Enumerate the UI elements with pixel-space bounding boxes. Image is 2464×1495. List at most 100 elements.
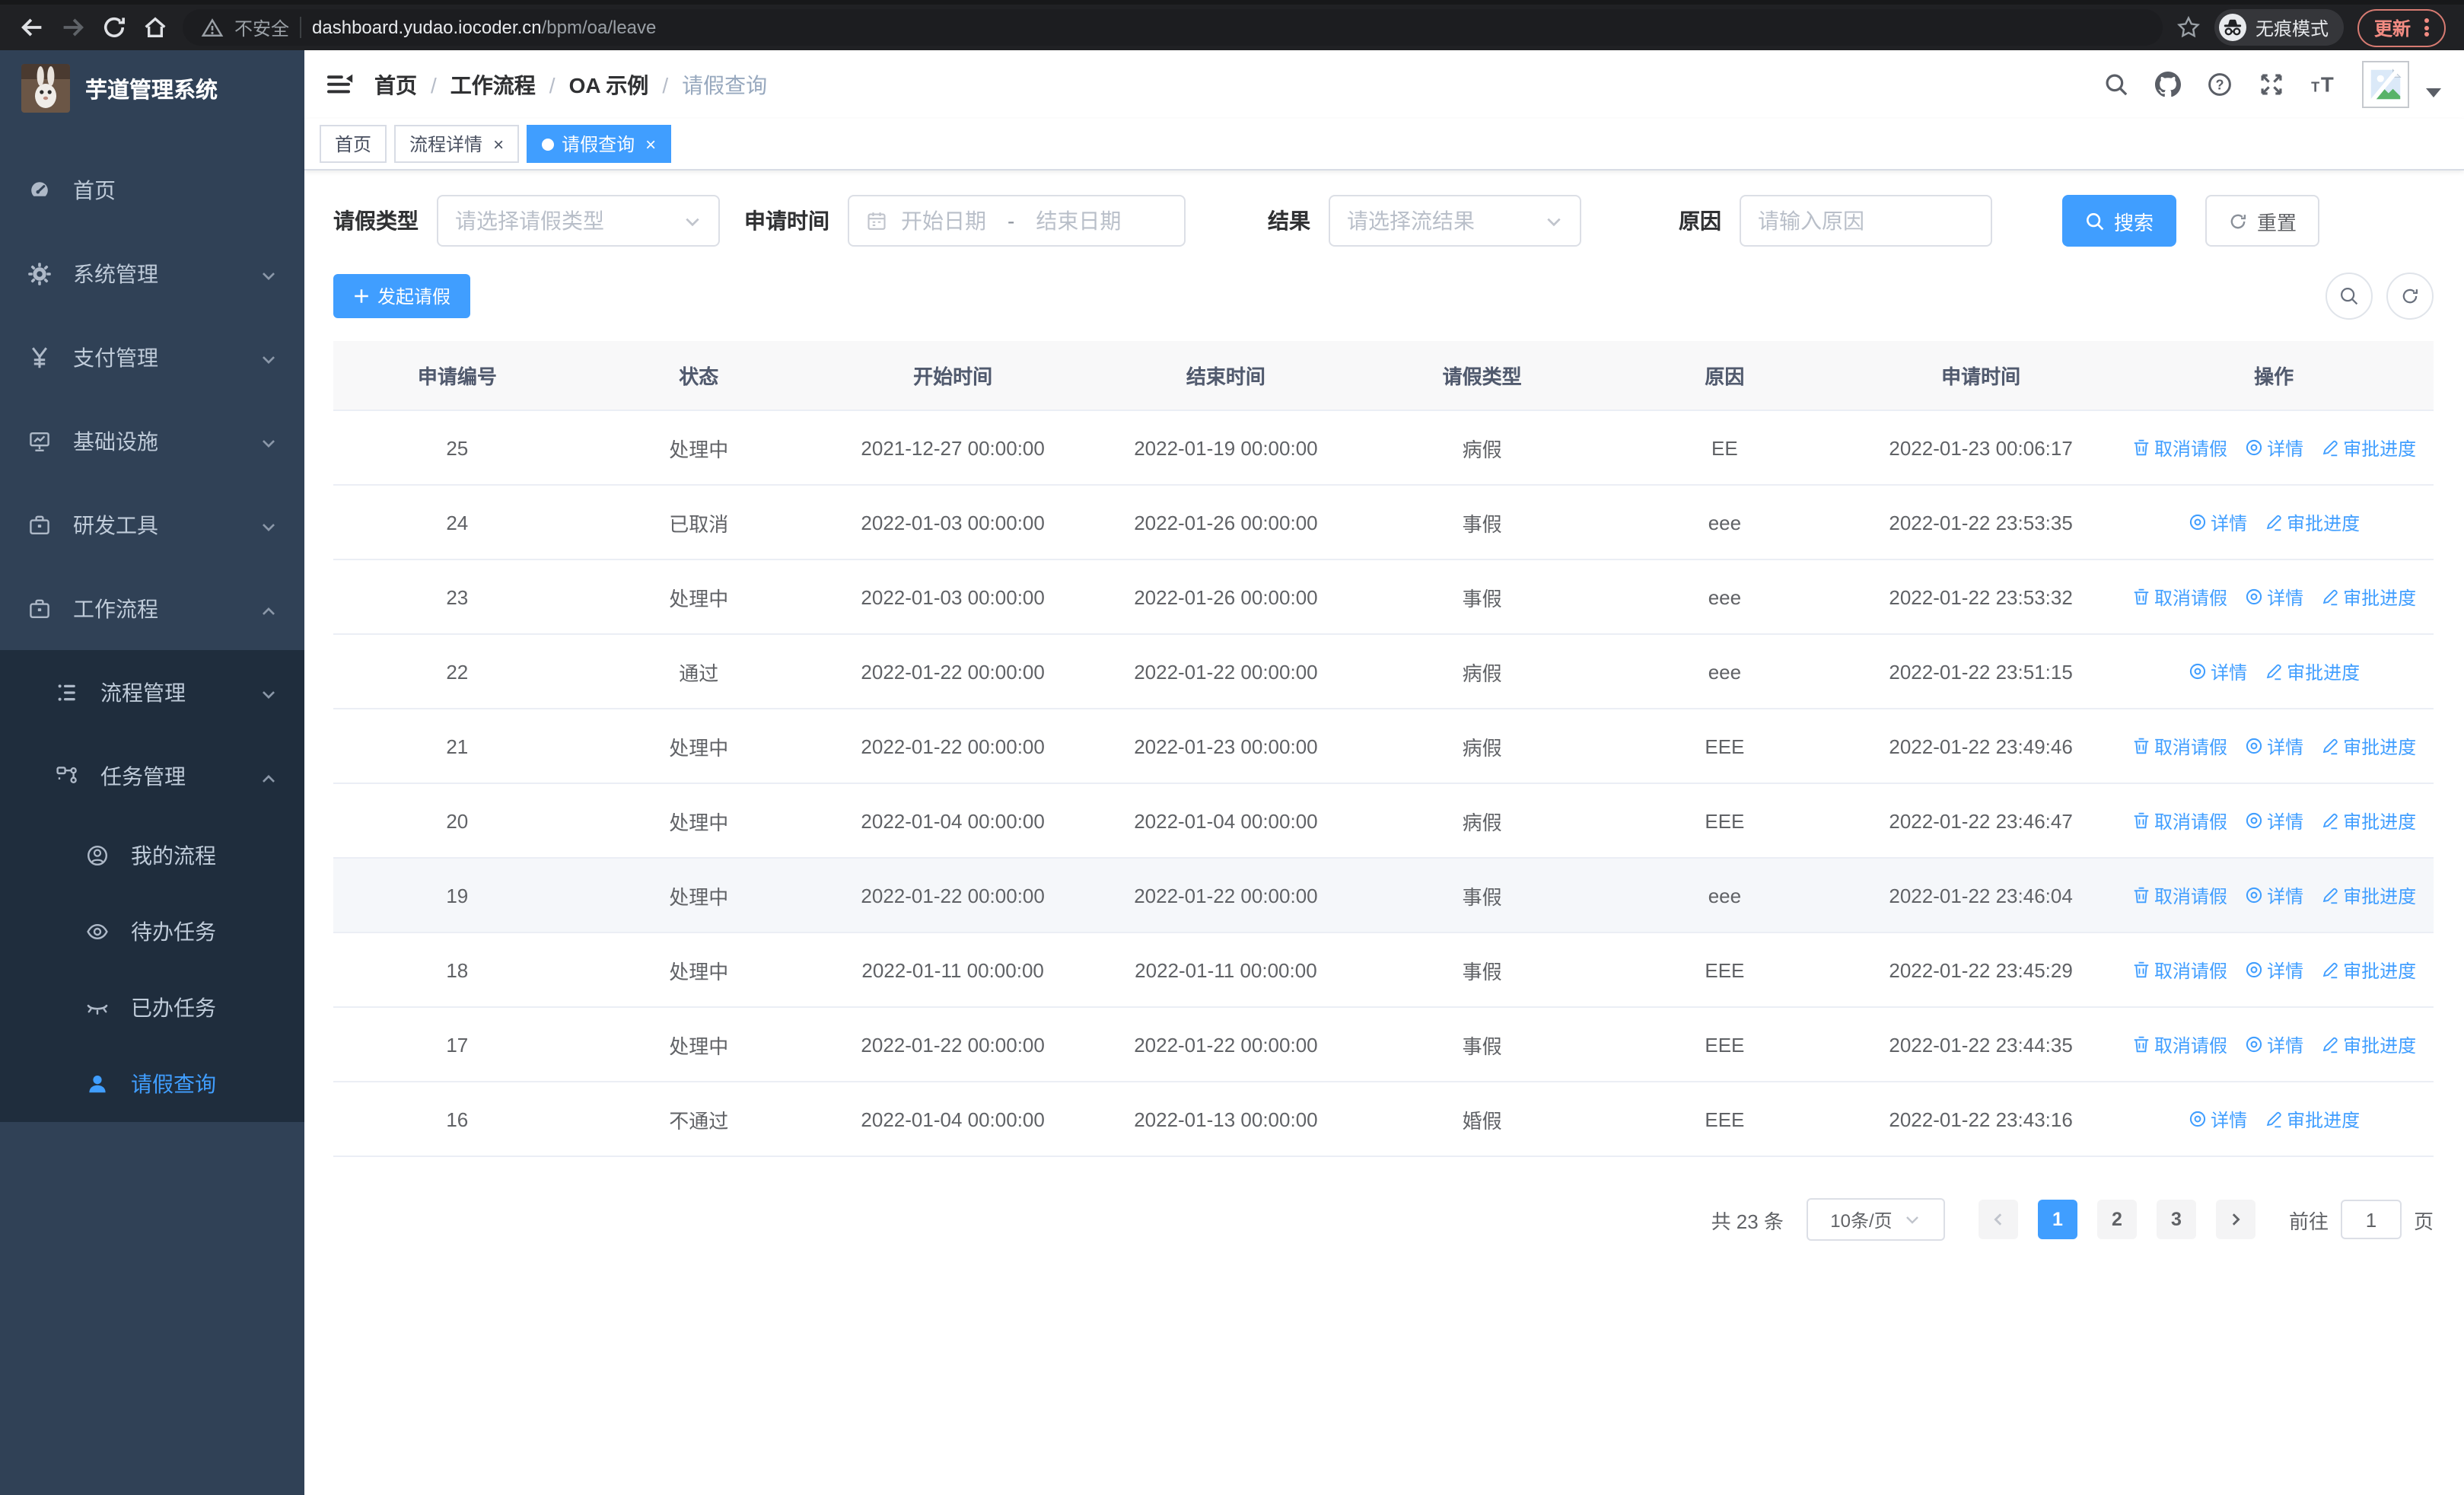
refresh-table-button[interactable] [2386,273,2434,320]
action-cancel[interactable]: 取消请假 [2131,733,2227,759]
action-progress[interactable]: 审批进度 [2320,808,2416,834]
browser-update-button[interactable]: 更新 [2357,8,2446,46]
help-icon[interactable]: ? [2207,72,2233,97]
column-header: 状态 [679,365,719,388]
action-detail[interactable]: 详情 [2188,509,2247,535]
action-cancel[interactable]: 取消请假 [2131,1031,2227,1057]
sidebar-item-my-processes[interactable]: 我的流程 [0,818,304,894]
action-progress[interactable]: 审批进度 [2320,584,2416,610]
action-detail[interactable]: 详情 [2244,584,2303,610]
sidebar-item-todo-tasks[interactable]: 待办任务 [0,894,304,970]
tab-process-detail[interactable]: 流程详情 × [394,125,520,163]
action-detail[interactable]: 详情 [2244,957,2303,983]
breadcrumb: 首页 / 工作流程 / OA 示例 / 请假查询 [374,69,767,100]
action-progress[interactable]: 审批进度 [2264,509,2360,535]
action-progress[interactable]: 审批进度 [2320,435,2416,461]
cell-end-time: 2022-01-26 00:00:00 [1134,585,1318,608]
sidebar-item-home[interactable]: 首页 [0,148,304,231]
fullscreen-icon[interactable] [2259,72,2284,97]
not-secure-warning-icon [201,18,224,36]
breadcrumb-item[interactable]: 首页 [374,69,417,100]
close-icon[interactable]: × [493,135,504,153]
prev-page-button[interactable] [1978,1200,2018,1239]
search-icon[interactable] [2103,72,2129,97]
result-select[interactable]: 请选择流结果 [1329,195,1581,247]
cell-end-time: 2022-01-13 00:00:00 [1134,1108,1318,1130]
action-cancel[interactable]: 取消请假 [2131,584,2227,610]
delete-icon [2133,738,2148,754]
browser-menu-icon[interactable] [2424,16,2429,39]
app-logo[interactable]: 芋道管理系统 [0,50,304,126]
goto-page-input[interactable] [2340,1200,2402,1239]
edit-icon [2322,440,2337,457]
cell-apply-id: 17 [446,1033,469,1056]
tab-label: 流程详情 [409,134,483,155]
browser-back-icon[interactable] [18,14,46,41]
page-button-1[interactable]: 1 [2037,1200,2077,1239]
action-progress[interactable]: 审批进度 [2264,658,2360,684]
action-detail[interactable]: 详情 [2188,1106,2247,1132]
font-size-icon[interactable]: TT [2310,72,2336,97]
next-page-button[interactable] [2215,1200,2255,1239]
create-leave-button[interactable]: 发起请假 [333,274,471,318]
action-cancel[interactable]: 取消请假 [2131,957,2227,983]
breadcrumb-item[interactable]: 工作流程 [450,69,536,100]
browser-reload-icon[interactable] [100,14,128,41]
action-cancel[interactable]: 取消请假 [2131,435,2227,461]
goto-unit: 页 [2413,1210,2434,1232]
action-detail[interactable]: 详情 [2244,882,2303,908]
page-button-2[interactable]: 2 [2096,1200,2137,1239]
close-icon[interactable]: × [645,135,656,153]
page-size-select[interactable]: 10条/页 [1806,1198,1945,1241]
sidebar-item-label: 工作流程 [73,596,158,620]
action-detail[interactable]: 详情 [2188,658,2247,684]
sidebar-collapse-icon[interactable] [327,72,353,97]
cell-status: 处理中 [669,587,729,610]
bookmark-star-icon[interactable] [2176,15,2201,40]
reason-input[interactable]: 请输入原因 [1740,195,1992,247]
avatar-dropdown-caret-icon[interactable] [2426,88,2441,97]
tab-home[interactable]: 首页 [320,125,387,163]
github-icon[interactable] [2155,72,2181,97]
tab-leave-query[interactable]: 请假查询 × [527,125,672,163]
action-progress[interactable]: 审批进度 [2264,1106,2360,1132]
browser-home-icon[interactable] [142,14,169,41]
page-button-3[interactable]: 3 [2156,1200,2196,1239]
search-button[interactable]: 搜索 [2062,195,2177,247]
sidebar-item-system-management[interactable]: 系统管理 [0,231,304,315]
url-bar[interactable]: 不安全 dashboard.yudao.iocoder.cn/bpm/oa/le… [183,9,2163,46]
search-icon [2085,211,2105,231]
action-label: 详情 [2267,587,2304,608]
sidebar-item-leave-query[interactable]: 请假查询 [0,1046,304,1122]
breadcrumb-item[interactable]: OA 示例 [569,69,649,100]
sidebar-item-dev-tools[interactable]: 研发工具 [0,483,304,566]
action-cancel[interactable]: 取消请假 [2131,808,2227,834]
action-detail[interactable]: 详情 [2244,733,2303,759]
cell-end-time: 2022-01-26 00:00:00 [1134,511,1318,534]
action-progress[interactable]: 审批进度 [2320,733,2416,759]
sidebar-item-workflow[interactable]: 工作流程 [0,566,304,650]
action-detail[interactable]: 详情 [2244,1031,2303,1057]
leave-type-select[interactable]: 请选择请假类型 [437,195,720,247]
toggle-search-button[interactable] [2326,273,2373,320]
user-avatar[interactable] [2362,61,2409,108]
sidebar-item-task-management[interactable]: 任务管理 [0,734,304,818]
sidebar-item-infrastructure[interactable]: 基础设施 [0,399,304,483]
sidebar-item-label: 请假查询 [131,1072,216,1096]
cell-status: 处理中 [669,438,729,461]
apply-time-range-picker[interactable]: 开始日期 - 结束日期 [848,195,1186,247]
action-detail[interactable]: 详情 [2244,808,2303,834]
sidebar-item-payment-management[interactable]: 支付管理 [0,315,304,399]
action-progress[interactable]: 审批进度 [2320,957,2416,983]
browser-forward-icon[interactable] [59,14,87,41]
reset-button[interactable]: 重置 [2205,195,2320,247]
table-row: 25 处理中 2021-12-27 00:00:00 2022-01-19 00:00… [333,411,2434,486]
sidebar-item-done-tasks[interactable]: 已办任务 [0,970,304,1046]
action-progress[interactable]: 审批进度 [2320,882,2416,908]
sidebar-item-label: 首页 [73,177,116,202]
action-cancel[interactable]: 取消请假 [2131,882,2227,908]
action-detail[interactable]: 详情 [2244,435,2303,461]
sidebar-item-process-management[interactable]: 流程管理 [0,650,304,734]
cell-status: 处理中 [669,960,729,983]
action-progress[interactable]: 审批进度 [2320,1031,2416,1057]
